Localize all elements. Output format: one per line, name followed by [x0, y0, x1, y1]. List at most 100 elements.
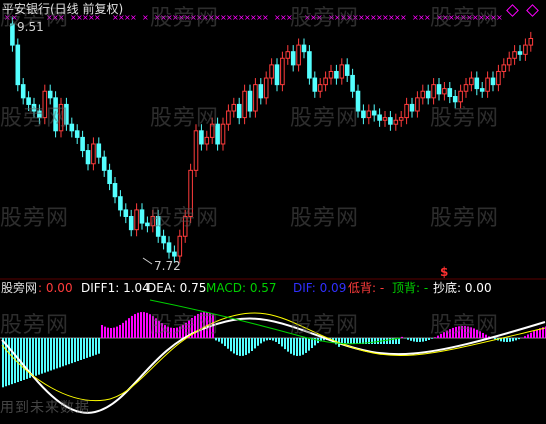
low-pointer: [142, 257, 153, 265]
macd-bar: [143, 312, 145, 338]
macd-bar: [11, 338, 13, 385]
chart-title: 平安银行(日线 前复权): [2, 2, 124, 16]
candle-body: [145, 222, 150, 227]
candle-body: [479, 88, 485, 92]
macd-bar: [131, 315, 133, 338]
candle-body: [166, 242, 172, 253]
price-high-label: 9.51: [17, 20, 44, 34]
candle-body: [236, 103, 242, 119]
macd-bar: [518, 338, 520, 340]
candle-body: [128, 215, 134, 231]
macd-bar: [125, 320, 127, 338]
candle-body: [398, 117, 404, 121]
candle-body: [512, 51, 517, 59]
candle-body: [290, 51, 296, 66]
macd-bar: [302, 338, 304, 355]
candle-body: [134, 209, 139, 231]
macd-bar: [224, 338, 226, 347]
macd-bar: [503, 338, 505, 342]
macd-bar: [116, 326, 118, 338]
watermark: 股旁网: [150, 206, 220, 231]
watermark: 股旁网: [0, 206, 70, 231]
macd-bar: [104, 326, 106, 338]
macd-bar: [239, 338, 241, 356]
macd-bar: [272, 338, 274, 341]
macd-bar: [305, 338, 307, 353]
candle-body: [425, 90, 431, 99]
candle-body: [91, 143, 96, 165]
macd-bar: [509, 338, 511, 342]
macd-bar: [38, 338, 40, 375]
macd-bar: [59, 338, 61, 368]
macd-bar: [515, 338, 517, 341]
macd-bar: [527, 334, 529, 338]
macd-bar: [284, 338, 286, 350]
signal-marker: $: [440, 265, 449, 279]
candle-body: [328, 70, 334, 79]
signal-x-marker: ×: [400, 13, 407, 22]
candle-body: [371, 110, 377, 116]
macd-bar: [269, 338, 271, 341]
macd-bar: [113, 327, 115, 338]
macd-readout: MACD: 0.57: [206, 281, 277, 295]
watermark: 股旁网: [0, 313, 70, 338]
macd-bar: [257, 338, 259, 346]
candle-body: [366, 110, 372, 119]
macd-bar: [221, 338, 223, 344]
candle-body: [74, 130, 80, 138]
candle-body: [139, 209, 145, 224]
candle-body: [80, 136, 85, 152]
top-divergence-readout: 顶背: -: [392, 281, 429, 295]
low-divergence-readout: 低背: -: [348, 281, 385, 295]
macd-bar: [290, 338, 292, 354]
candle-body: [415, 97, 420, 112]
candle-body: [85, 150, 91, 165]
macd-bar: [245, 338, 247, 355]
candle-body: [242, 90, 247, 119]
macd-bar: [62, 338, 64, 367]
macd-bar: [20, 338, 22, 381]
candle-body: [496, 70, 501, 86]
candle-body: [442, 88, 447, 95]
macd-bar: [416, 338, 418, 342]
macd-bar: [137, 312, 139, 338]
candle-body: [517, 51, 523, 55]
watermark: 股旁网: [150, 6, 220, 31]
macd-bar: [26, 338, 28, 379]
macd-bar: [86, 338, 88, 358]
watermark: 股旁网: [0, 106, 70, 131]
macd-bar: [251, 338, 253, 352]
macd-bar: [425, 338, 427, 341]
candle-body: [409, 103, 415, 112]
macd-bar: [233, 338, 235, 354]
diff-readout: DIFF1: 1.04: [81, 281, 150, 295]
candle-body: [523, 44, 528, 55]
macd-bar: [80, 338, 82, 360]
macd-bar: [281, 338, 283, 347]
macd-bar: [398, 338, 400, 344]
candle-body: [280, 57, 285, 86]
candle-body: [350, 74, 355, 92]
macd-bar: [23, 338, 25, 380]
macd-bar: [68, 338, 70, 365]
candle-body: [301, 44, 307, 53]
macd-bar: [536, 329, 538, 338]
candle-body: [447, 88, 453, 98]
macd-bar: [530, 332, 532, 338]
macd-bar: [230, 338, 232, 352]
candle-body: [307, 51, 312, 79]
macd-bar: [524, 336, 526, 338]
candle-body: [485, 77, 490, 92]
candle-body: [323, 77, 328, 86]
macd-bar: [95, 338, 97, 355]
candle-body: [274, 64, 280, 86]
candle-body: [253, 84, 258, 112]
watermark: 股旁网: [430, 106, 500, 131]
candle-body: [420, 90, 426, 99]
macd-bar: [506, 338, 508, 342]
candle-body: [47, 90, 53, 99]
macd-bar: [287, 338, 289, 352]
candle-body: [161, 235, 166, 244]
watermark: 股旁网: [290, 106, 360, 131]
macd-bar: [53, 338, 55, 370]
